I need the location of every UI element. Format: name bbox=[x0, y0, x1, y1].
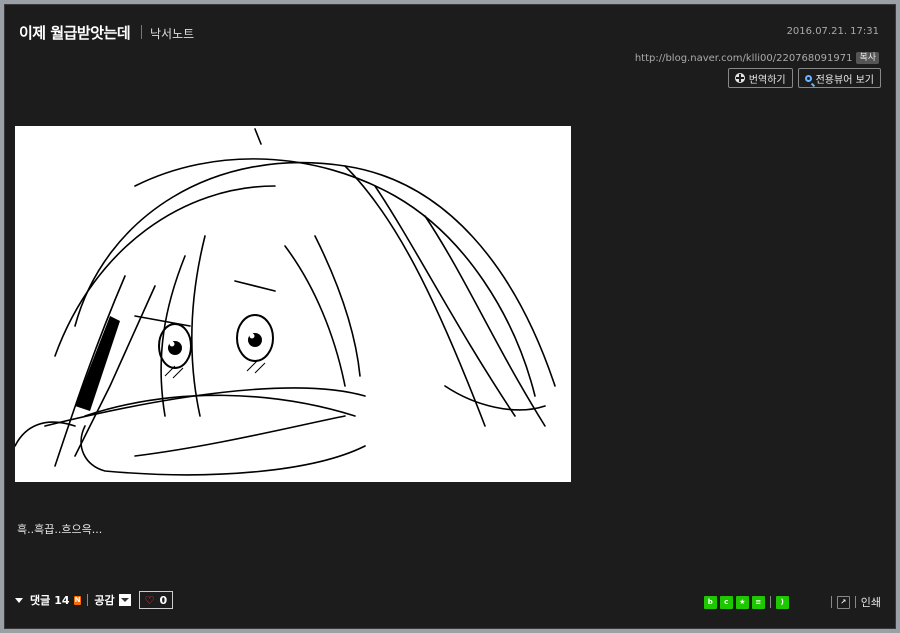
translate-label: 번역하기 bbox=[748, 74, 786, 86]
share-divider bbox=[769, 596, 771, 608]
post-tools: 번역하기 전용뷰어 보기 bbox=[727, 68, 881, 88]
sketch-drawing bbox=[15, 128, 556, 476]
share-divider bbox=[830, 596, 832, 608]
post-date: 2016.07.21. 17:31 bbox=[786, 26, 879, 37]
external-share-icon[interactable]: ↗ bbox=[836, 595, 850, 609]
post-title[interactable]: 이제 월급받앗는데 bbox=[19, 22, 131, 43]
post-body-text: 흑..흑끕..흐으윽... bbox=[17, 523, 103, 536]
like-count: 0 bbox=[159, 593, 168, 607]
share-toolbar: b c ★ ≡ ) ↗ 인쇄 bbox=[703, 594, 881, 610]
post-url-row: http://blog.naver.com/klli00/22076809197… bbox=[635, 52, 879, 64]
like-button[interactable]: ♡ 0 bbox=[138, 591, 174, 609]
chevron-down-icon[interactable] bbox=[15, 597, 23, 603]
memo-list-icon[interactable]: ≡ bbox=[751, 595, 765, 609]
post-category-link[interactable]: 낙서노트 bbox=[150, 25, 194, 42]
globe-icon bbox=[734, 73, 745, 83]
post-artwork-image[interactable] bbox=[15, 126, 571, 482]
title-divider bbox=[141, 25, 142, 39]
bookmark-star-icon[interactable]: ★ bbox=[735, 595, 749, 609]
post-url[interactable]: http://blog.naver.com/klli00/22076809197… bbox=[635, 53, 853, 64]
heart-icon: ♡ bbox=[144, 593, 155, 607]
new-badge: N bbox=[73, 595, 82, 605]
translate-button[interactable]: 번역하기 bbox=[727, 68, 793, 88]
like-dropdown-icon[interactable] bbox=[118, 594, 131, 606]
copy-url-button[interactable]: 복사 bbox=[856, 52, 879, 64]
dedicated-viewer-button[interactable]: 전용뷰어 보기 bbox=[797, 68, 881, 88]
print-button[interactable]: 인쇄 bbox=[861, 594, 881, 610]
like-label[interactable]: 공감 bbox=[94, 592, 114, 608]
footer-divider bbox=[87, 594, 89, 606]
comment-count[interactable]: 14 bbox=[54, 594, 69, 607]
post-frame: 이제 월급받앗는데 낙서노트 2016.07.21. 17:31 http://… bbox=[4, 4, 896, 629]
cafe-share-icon[interactable]: c bbox=[719, 595, 733, 609]
post-footer-actions: 댓글 14 N 공감 ♡ 0 bbox=[15, 591, 174, 609]
comment-label[interactable]: 댓글 bbox=[30, 592, 50, 608]
rss-icon[interactable]: ) bbox=[775, 595, 789, 609]
blog-share-icon[interactable]: b bbox=[703, 595, 717, 609]
search-icon bbox=[804, 74, 812, 82]
viewer-label: 전용뷰어 보기 bbox=[815, 74, 874, 86]
share-divider bbox=[854, 596, 856, 608]
